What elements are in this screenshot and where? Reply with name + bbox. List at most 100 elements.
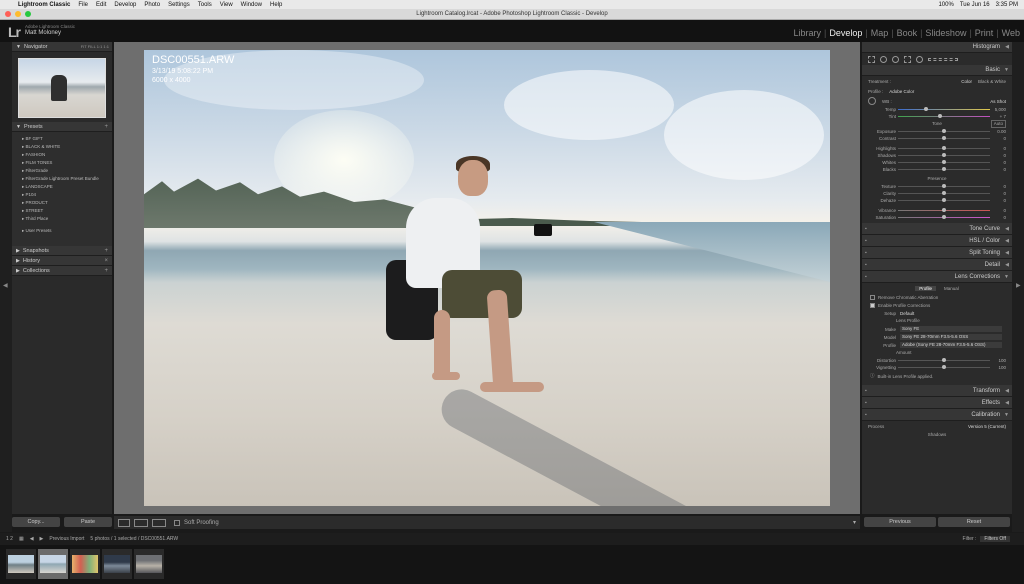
detail-header[interactable]: ▪ Detail ◀ [862,259,1012,271]
lens-corrections-header[interactable]: ▪ Lens Corrections ▼ [862,271,1012,283]
clear-history-icon[interactable]: × [104,258,108,264]
crop-tool-icon[interactable] [868,55,875,63]
adjustment-brush-icon[interactable] [928,57,958,61]
calibration-header[interactable]: ▪ Calibration ▼ [862,409,1012,421]
preset-folder[interactable]: ▸ FILM TONES [12,159,112,167]
menubar-date[interactable]: Tue Jun 16 [960,2,990,8]
effects-header[interactable]: ▪ Effects ◀ [862,397,1012,409]
module-slideshow[interactable]: Slideshow [925,28,966,38]
process-dropdown[interactable]: Version 5 (Current) [968,424,1006,429]
loupe-view-icon[interactable] [118,518,130,527]
toolbar-options-icon[interactable]: ▾ [853,519,856,526]
collapse-left-icon[interactable]: ◀ [3,282,8,289]
presets-header[interactable]: ▼ Presets + [12,122,112,132]
saturation-slider[interactable]: Saturation 0 [862,214,1012,221]
graduated-filter-icon[interactable] [904,55,911,63]
texture-slider[interactable]: Texture 0 [862,183,1012,190]
snapshots-header[interactable]: ▶ Snapshots + [12,246,112,256]
secondary-window-icons[interactable]: 1 2 [6,536,13,542]
hsl-header[interactable]: ▪ HSL / Color ◀ [862,235,1012,247]
navigator-preview[interactable] [12,52,112,122]
menu-window[interactable]: Window [241,2,262,8]
battery-percent[interactable]: 100% [938,2,953,8]
basic-header[interactable]: Basic ▼ [862,65,1012,76]
preset-folder[interactable]: ▸ PRODUCT [12,199,112,207]
preset-folder[interactable]: ▸ LANDSCAPE [12,183,112,191]
paste-settings-button[interactable]: Paste [64,517,112,527]
soft-proofing-checkbox[interactable] [174,519,180,526]
remove-ca-checkbox[interactable]: Remove Chromatic Aberration [862,293,1012,301]
auto-tone-button[interactable]: Auto [990,120,1006,128]
grid-view-icon[interactable]: ▦ [19,536,24,542]
clarity-slider[interactable]: Clarity 0 [862,190,1012,197]
treatment-bw-button[interactable]: Black & White [978,79,1006,84]
preset-folder[interactable]: ▸ BF GIFT [12,135,112,143]
tab-profile[interactable]: Profile [915,285,936,291]
menubar-time[interactable]: 3:35 PM [996,2,1018,8]
back-arrow-icon[interactable]: ◀ [30,536,34,542]
copy-settings-button[interactable]: Copy... [12,517,60,527]
filmstrip-thumbnail[interactable] [134,549,164,579]
switch-icon[interactable]: ▪ [865,400,867,406]
tint-slider[interactable]: Tint + 7 [862,113,1012,120]
vibrance-slider[interactable]: Vibrance 0 [862,207,1012,214]
previous-button[interactable]: Previous [864,517,936,527]
before-after-swap-icon[interactable] [152,518,166,527]
preset-folder[interactable]: ▸ FASHION [12,151,112,159]
menu-edit[interactable]: Edit [96,2,106,8]
switch-icon[interactable]: ▪ [865,262,867,268]
add-preset-icon[interactable]: + [104,124,108,130]
switch-icon[interactable]: ▪ [865,238,867,244]
wb-dropdown[interactable]: As Shot [990,99,1006,104]
highlights-slider[interactable]: Highlights 0 [862,145,1012,152]
wb-eyedropper-icon[interactable] [868,97,876,105]
navigator-header[interactable]: ▼ Navigator FIT FILL 1:1 1:1 [12,42,112,52]
treatment-color-button[interactable]: Color [961,79,972,84]
left-panel-edge[interactable]: ◀ [0,42,12,532]
history-header[interactable]: ▶ History × [12,256,112,266]
profile-dropdown[interactable]: Adobe Color [889,89,914,94]
radial-filter-icon[interactable] [916,55,923,63]
histogram-header[interactable]: Histogram ◀ [862,42,1012,53]
model-dropdown[interactable]: Sony FE 28-70mm F3.5-5.6 OSS [900,334,1002,340]
module-map[interactable]: Map [871,28,889,38]
module-print[interactable]: Print [975,28,994,38]
switch-icon[interactable]: ▪ [865,388,867,394]
filmstrip-thumbnail[interactable] [6,549,36,579]
filmstrip-count[interactable]: 5 photos / 1 selected / DSC00551.ARW [90,536,178,542]
switch-icon[interactable]: ▪ [865,226,867,232]
switch-icon[interactable]: ▪ [865,274,867,280]
spot-removal-icon[interactable] [880,55,887,63]
preset-folder[interactable]: ▸ FilterGrade Lightroom Preset Bundle [12,175,112,183]
add-snapshot-icon[interactable]: + [104,248,108,254]
menu-settings[interactable]: Settings [168,2,190,8]
tab-manual[interactable]: Manual [944,286,959,291]
switch-icon[interactable]: ▪ [865,250,867,256]
preset-folder-user[interactable]: ▸ User Presets [12,227,112,235]
collections-header[interactable]: ▶ Collections + [12,266,112,276]
preset-folder[interactable]: ▸ BLACK & WHITE [12,143,112,151]
module-web[interactable]: Web [1002,28,1020,38]
main-photo[interactable]: DSC00551.ARW 3/13/19 5:08:22 PM 6000 x 4… [144,50,830,506]
setup-dropdown[interactable]: Default [900,311,914,316]
filmstrip-thumbnail[interactable] [70,549,100,579]
enable-profile-checkbox[interactable]: Enable Profile Corrections [862,301,1012,309]
temp-slider[interactable]: Temp 5,000 [862,106,1012,113]
forward-arrow-icon[interactable]: ▶ [40,536,44,542]
collapse-right-icon[interactable]: ▶ [1016,282,1021,289]
module-book[interactable]: Book [897,28,918,38]
switch-icon[interactable]: ▪ [865,412,867,418]
vignetting-slider[interactable]: Vignetting 100 [862,364,1012,371]
module-library[interactable]: Library [793,28,821,38]
reset-button[interactable]: Reset [938,517,1010,527]
exposure-slider[interactable]: Exposure 0.00 [862,128,1012,135]
add-collection-icon[interactable]: + [104,268,108,274]
preset-folder[interactable]: ▸ STREET [12,207,112,215]
navigator-zoom-options[interactable]: FIT FILL 1:1 1:1 [81,44,109,49]
distortion-slider[interactable]: Distortion 100 [862,357,1012,364]
filmstrip-thumbnail[interactable] [102,549,132,579]
transform-header[interactable]: ▪ Transform ◀ [862,385,1012,397]
before-after-icon[interactable] [134,518,148,527]
menu-help[interactable]: Help [270,2,282,8]
preset-folder[interactable]: ▸ FilterGrade [12,167,112,175]
